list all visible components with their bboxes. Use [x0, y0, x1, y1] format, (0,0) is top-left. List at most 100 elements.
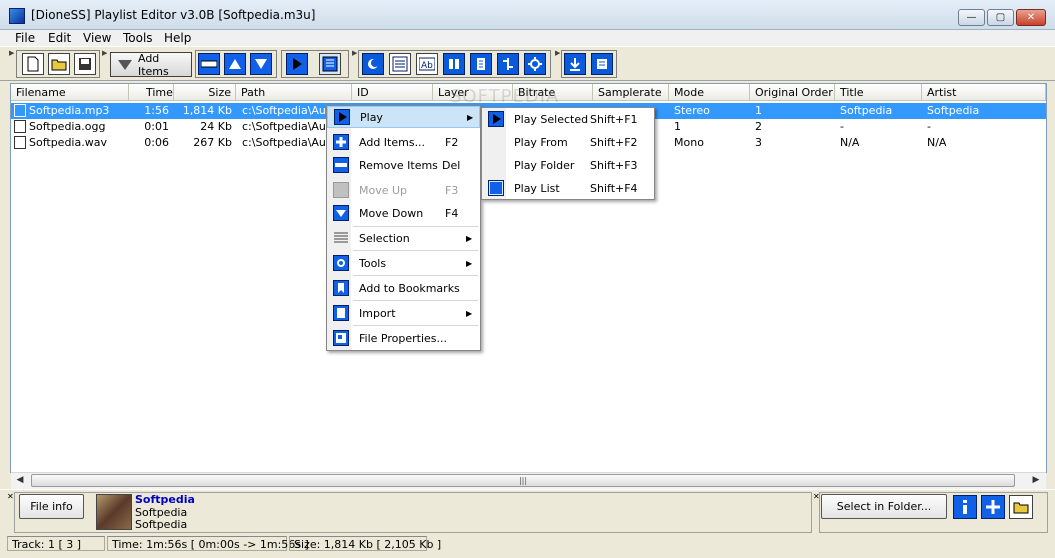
status-time: Time: 1m:56s [ 0m:00s -> 1m:56s ] — [107, 536, 309, 551]
document-icon — [477, 58, 485, 70]
maximize-button[interactable]: ▢ — [987, 9, 1014, 26]
cell-size: 24 Kb — [200, 120, 232, 133]
remove-button[interactable] — [198, 53, 220, 75]
file-info-button[interactable]: File info — [19, 494, 84, 519]
menu-tools[interactable]: Tools — [123, 31, 153, 45]
cell-artist: N/A — [927, 136, 947, 149]
info-icon — [963, 500, 967, 514]
import-icon — [333, 305, 349, 321]
tool-4-button[interactable] — [443, 53, 465, 75]
menu-view[interactable]: View — [83, 31, 111, 45]
open-folder-button[interactable] — [1009, 495, 1033, 519]
submenu-arrow-icon: ▶ — [466, 258, 473, 268]
column-header-time[interactable]: Time — [129, 84, 174, 101]
save-button[interactable] — [74, 53, 96, 75]
menu-separator — [353, 250, 478, 251]
add-items-button[interactable]: Add Items — [110, 52, 192, 78]
menu-item-label: File Properties... — [359, 331, 447, 345]
column-header-samplerate[interactable]: Samplerate — [593, 84, 669, 101]
menu-item-add-to-bookmarks[interactable]: Add to Bookmarks — [327, 277, 480, 299]
menu-item-shortcut: F4 — [445, 206, 459, 220]
bookmark-icon — [333, 280, 349, 296]
toolbar-grip-icon[interactable]: ▶ — [102, 50, 108, 77]
menu-item-play[interactable]: Play ▶ — [327, 106, 480, 128]
move-down-button[interactable] — [250, 53, 272, 75]
submenu-item-shortcut: Shift+F2 — [590, 135, 638, 149]
cell-size: 267 Kb — [193, 136, 232, 149]
play-list-button[interactable] — [319, 53, 341, 75]
select-in-folder-button[interactable]: Select in Folder... — [821, 494, 947, 519]
menu-item-selection[interactable]: Selection ▶ — [327, 227, 480, 249]
scroll-right-icon[interactable]: ▶ — [1028, 474, 1044, 487]
menu-item-move-down[interactable]: Move Down F4 — [327, 202, 480, 224]
info-panel-frame — [14, 492, 812, 533]
menu-item-remove-items[interactable]: Remove Items Del — [327, 154, 480, 176]
tool-7-button[interactable] — [524, 53, 546, 75]
export-button[interactable] — [564, 53, 586, 75]
moon-icon — [368, 59, 379, 69]
play-button[interactable] — [286, 53, 308, 75]
move-down-icon — [255, 59, 267, 69]
toolbar-grip-icon[interactable]: ▶ — [9, 50, 15, 77]
menu-item-move-up[interactable]: Move Up F3 — [327, 179, 480, 201]
list-icon — [392, 56, 408, 72]
cell-filename: Softpedia.ogg — [29, 120, 106, 133]
info-button[interactable] — [953, 495, 977, 519]
column-header-id[interactable]: ID — [352, 84, 433, 101]
column-header-size[interactable]: Size — [174, 84, 236, 101]
settings-icon — [597, 59, 607, 69]
column-header-artist[interactable]: Artist — [922, 84, 1046, 101]
submenu-item-play-selected[interactable]: Play Selected Shift+F1 — [482, 108, 654, 130]
cell-filename: Softpedia.mp3 — [29, 104, 110, 117]
cell-order: 2 — [755, 120, 762, 133]
file-icon — [14, 120, 26, 133]
column-header-filename[interactable]: Filename — [11, 84, 129, 101]
menu-item-label: Move Down — [359, 206, 424, 220]
status-size: Size: 1,814 Kb [ 2,105 Kb ] — [289, 536, 441, 551]
column-header-mode[interactable]: Mode — [669, 84, 750, 101]
submenu-item-play-from[interactable]: Play From Shift+F2 — [482, 131, 654, 153]
minimize-button[interactable]: — — [958, 9, 985, 26]
menu-item-file-properties[interactable]: File Properties... — [327, 327, 480, 349]
new-file-button[interactable] — [22, 53, 44, 75]
move-up-button[interactable] — [224, 53, 246, 75]
cell-artist: - — [927, 120, 931, 133]
play-icon — [488, 111, 504, 127]
column-header-original-order[interactable]: Original Order — [750, 84, 835, 101]
menu-edit[interactable]: Edit — [48, 31, 71, 45]
scrollbar-thumb[interactable]: ||| — [31, 474, 1015, 487]
panel-close-icon[interactable]: ✕ — [7, 492, 14, 501]
tool-6-button[interactable] — [497, 53, 519, 75]
submenu-item-play-folder[interactable]: Play Folder Shift+F3 — [482, 154, 654, 176]
menu-item-import[interactable]: Import ▶ — [327, 302, 480, 324]
tool-3-button[interactable]: Ab — [416, 53, 438, 75]
menu-help[interactable]: Help — [164, 31, 191, 45]
menu-item-tools[interactable]: Tools ▶ — [327, 252, 480, 274]
tool-1-button[interactable] — [362, 53, 384, 75]
scroll-left-icon[interactable]: ◀ — [12, 474, 28, 487]
menu-item-label: Selection — [359, 231, 410, 245]
column-header-path[interactable]: Path — [236, 84, 352, 101]
column-header-title[interactable]: Title — [835, 84, 922, 101]
locate-button[interactable] — [981, 495, 1005, 519]
settings-button[interactable] — [591, 53, 613, 75]
play-icon — [293, 58, 302, 70]
album-art — [96, 494, 132, 530]
menu-item-add-items[interactable]: Add Items... F2 — [327, 131, 480, 153]
submenu-item-play-list[interactable]: Play List Shift+F4 — [482, 177, 654, 199]
add-icon — [333, 134, 349, 150]
submenu-arrow-icon: ▶ — [466, 233, 473, 243]
tool-5-button[interactable] — [470, 53, 492, 75]
menu-file[interactable]: File — [15, 31, 35, 45]
open-file-button[interactable] — [48, 53, 70, 75]
remove-icon — [201, 60, 217, 68]
crosshair-icon — [986, 500, 1000, 514]
status-track: Track: 1 [ 3 ] — [7, 536, 105, 551]
tool-2-button[interactable] — [389, 53, 411, 75]
close-button[interactable]: ✕ — [1016, 9, 1046, 26]
gear-icon — [528, 57, 542, 71]
submenu-item-shortcut: Shift+F4 — [590, 181, 638, 195]
menu-bar — [0, 30, 1055, 46]
triangle-down-icon — [118, 59, 132, 70]
columns-icon — [449, 59, 459, 69]
